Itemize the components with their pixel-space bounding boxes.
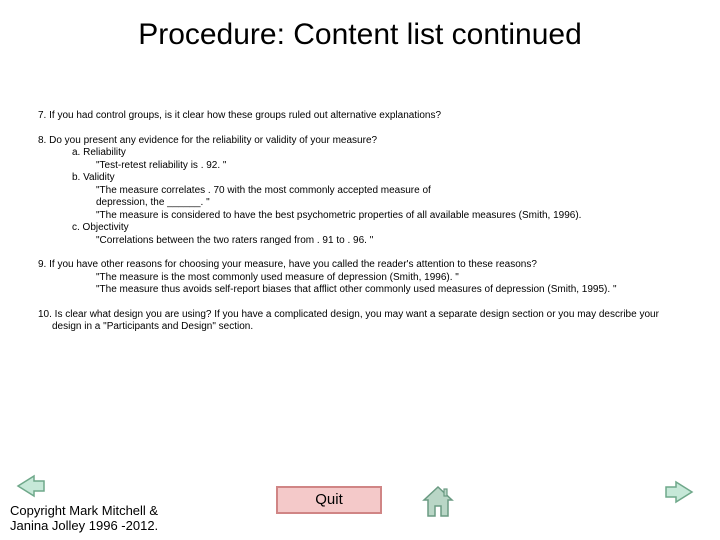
item-head: 10. Is clear what design you are using? … bbox=[38, 309, 672, 334]
item-head: 9. If you have other reasons for choosin… bbox=[38, 259, 682, 272]
item-head: 8. Do you present any evidence for the r… bbox=[38, 135, 682, 148]
copyright-line: Copyright Mark Mitchell & bbox=[10, 503, 158, 519]
list-item: 10. Is clear what design you are using? … bbox=[38, 309, 682, 334]
sub-text: "The measure is considered to have the b… bbox=[38, 210, 682, 223]
list-item: 9. If you have other reasons for choosin… bbox=[38, 259, 682, 297]
sub-text: "Test-retest reliability is . 92. " bbox=[38, 160, 682, 173]
sub-text: "The measure is the most commonly used m… bbox=[38, 272, 682, 285]
next-arrow-button[interactable] bbox=[664, 480, 694, 504]
sub-text: "The measure thus avoids self-report bia… bbox=[38, 284, 682, 297]
prev-arrow-button[interactable] bbox=[16, 474, 46, 498]
content-body: 7. If you had control groups, is it clea… bbox=[0, 52, 720, 334]
copyright-text: Copyright Mark Mitchell & Janina Jolley … bbox=[10, 503, 158, 534]
copyright-line: Janina Jolley 1996 -2012. bbox=[10, 518, 158, 534]
sub-item: a. Reliability bbox=[38, 147, 682, 160]
sub-item: b. Validity bbox=[38, 172, 682, 185]
sub-text: depression, the ______. " bbox=[38, 197, 682, 210]
list-item: 8. Do you present any evidence for the r… bbox=[38, 135, 682, 248]
sub-text: "Correlations between the two raters ran… bbox=[38, 235, 682, 248]
page-title: Procedure: Content list continued bbox=[0, 0, 720, 52]
footer: Copyright Mark Mitchell & Janina Jolley … bbox=[0, 480, 720, 540]
sub-item: c. Objectivity bbox=[38, 222, 682, 235]
home-button[interactable] bbox=[420, 484, 456, 520]
sub-text: "The measure correlates . 70 with the mo… bbox=[38, 185, 682, 198]
list-item: 7. If you had control groups, is it clea… bbox=[38, 110, 682, 123]
quit-button[interactable]: Quit bbox=[276, 486, 382, 514]
